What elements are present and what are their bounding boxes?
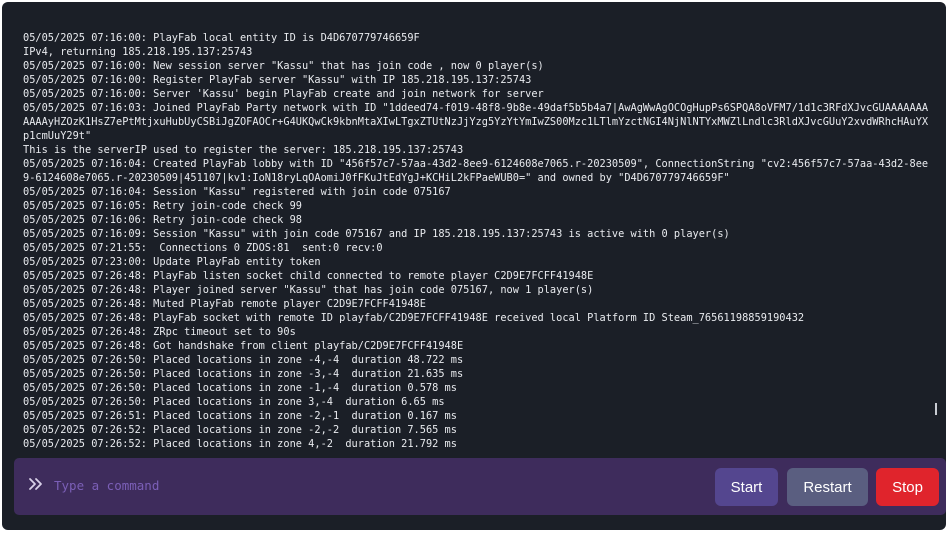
scrollbar-thumb[interactable] <box>935 403 937 415</box>
log-line: 05/05/2025 07:26:50: Placed locations in… <box>23 382 457 394</box>
log-line: 05/05/2025 07:26:52: Placed locations in… <box>23 424 457 436</box>
log-line: 05/05/2025 07:26:48: ZRpc timeout set to… <box>23 326 296 338</box>
log-line: 05/05/2025 07:16:00: New session server … <box>23 60 544 72</box>
log-list: 05/05/2025 07:16:00: PlayFab local entit… <box>23 31 932 451</box>
log-line: 05/05/2025 07:26:48: PlayFab listen sock… <box>23 270 594 282</box>
log-line: 05/05/2025 07:23:00: Update PlayFab enti… <box>23 256 321 268</box>
log-line: 05/05/2025 07:26:50: Placed locations in… <box>23 368 464 380</box>
log-line: 05/05/2025 07:26:52: Placed locations in… <box>23 438 457 450</box>
log-line: 05/05/2025 07:16:05: Retry join-code che… <box>23 200 302 212</box>
log-line: 05/05/2025 07:16:09: Session "Kassu" wit… <box>23 228 730 240</box>
stop-button[interactable]: Stop <box>876 468 939 506</box>
log-line: 05/05/2025 07:26:51: Placed locations in… <box>23 410 457 422</box>
log-line: 05/05/2025 07:21:55: Connections 0 ZDOS:… <box>23 242 383 254</box>
log-line: 05/05/2025 07:16:03: Joined PlayFab Part… <box>23 102 929 142</box>
log-line: 05/05/2025 07:26:50: Placed locations in… <box>23 354 464 366</box>
log-line: 05/05/2025 07:16:04: Created PlayFab lob… <box>23 158 929 184</box>
log-line: 05/05/2025 07:26:50: Placed locations in… <box>23 396 445 408</box>
log-line: 05/05/2025 07:26:48: PlayFab socket with… <box>23 312 805 324</box>
log-line: 05/05/2025 07:16:04: Session "Kassu" reg… <box>23 186 451 198</box>
log-line: 05/05/2025 07:26:48: Player joined serve… <box>23 284 594 296</box>
start-button[interactable]: Start <box>715 468 778 506</box>
log-line: 05/05/2025 07:16:06: Retry join-code che… <box>23 214 302 226</box>
log-line: 05/05/2025 07:26:48: Muted PlayFab remot… <box>23 298 426 310</box>
log-line: This is the serverIP used to register th… <box>23 144 464 156</box>
log-line: 05/05/2025 07:16:00: PlayFab local entit… <box>23 32 420 44</box>
console-output[interactable]: 05/05/2025 07:16:00: PlayFab local entit… <box>2 2 946 454</box>
double-chevron-right-icon <box>28 475 44 493</box>
restart-button[interactable]: Restart <box>787 468 868 506</box>
log-line: IPv4, returning 185.218.195.137:25743 <box>23 46 253 58</box>
log-line: 05/05/2025 07:26:48: Got handshake from … <box>23 340 464 352</box>
log-line: 05/05/2025 07:16:00: Register PlayFab se… <box>23 74 532 86</box>
command-input[interactable] <box>54 474 654 496</box>
server-console-panel: 05/05/2025 07:16:00: PlayFab local entit… <box>2 2 946 530</box>
command-bar: Start Restart Stop <box>14 458 946 515</box>
log-line: 05/05/2025 07:16:00: Server 'Kassu' begi… <box>23 88 544 100</box>
